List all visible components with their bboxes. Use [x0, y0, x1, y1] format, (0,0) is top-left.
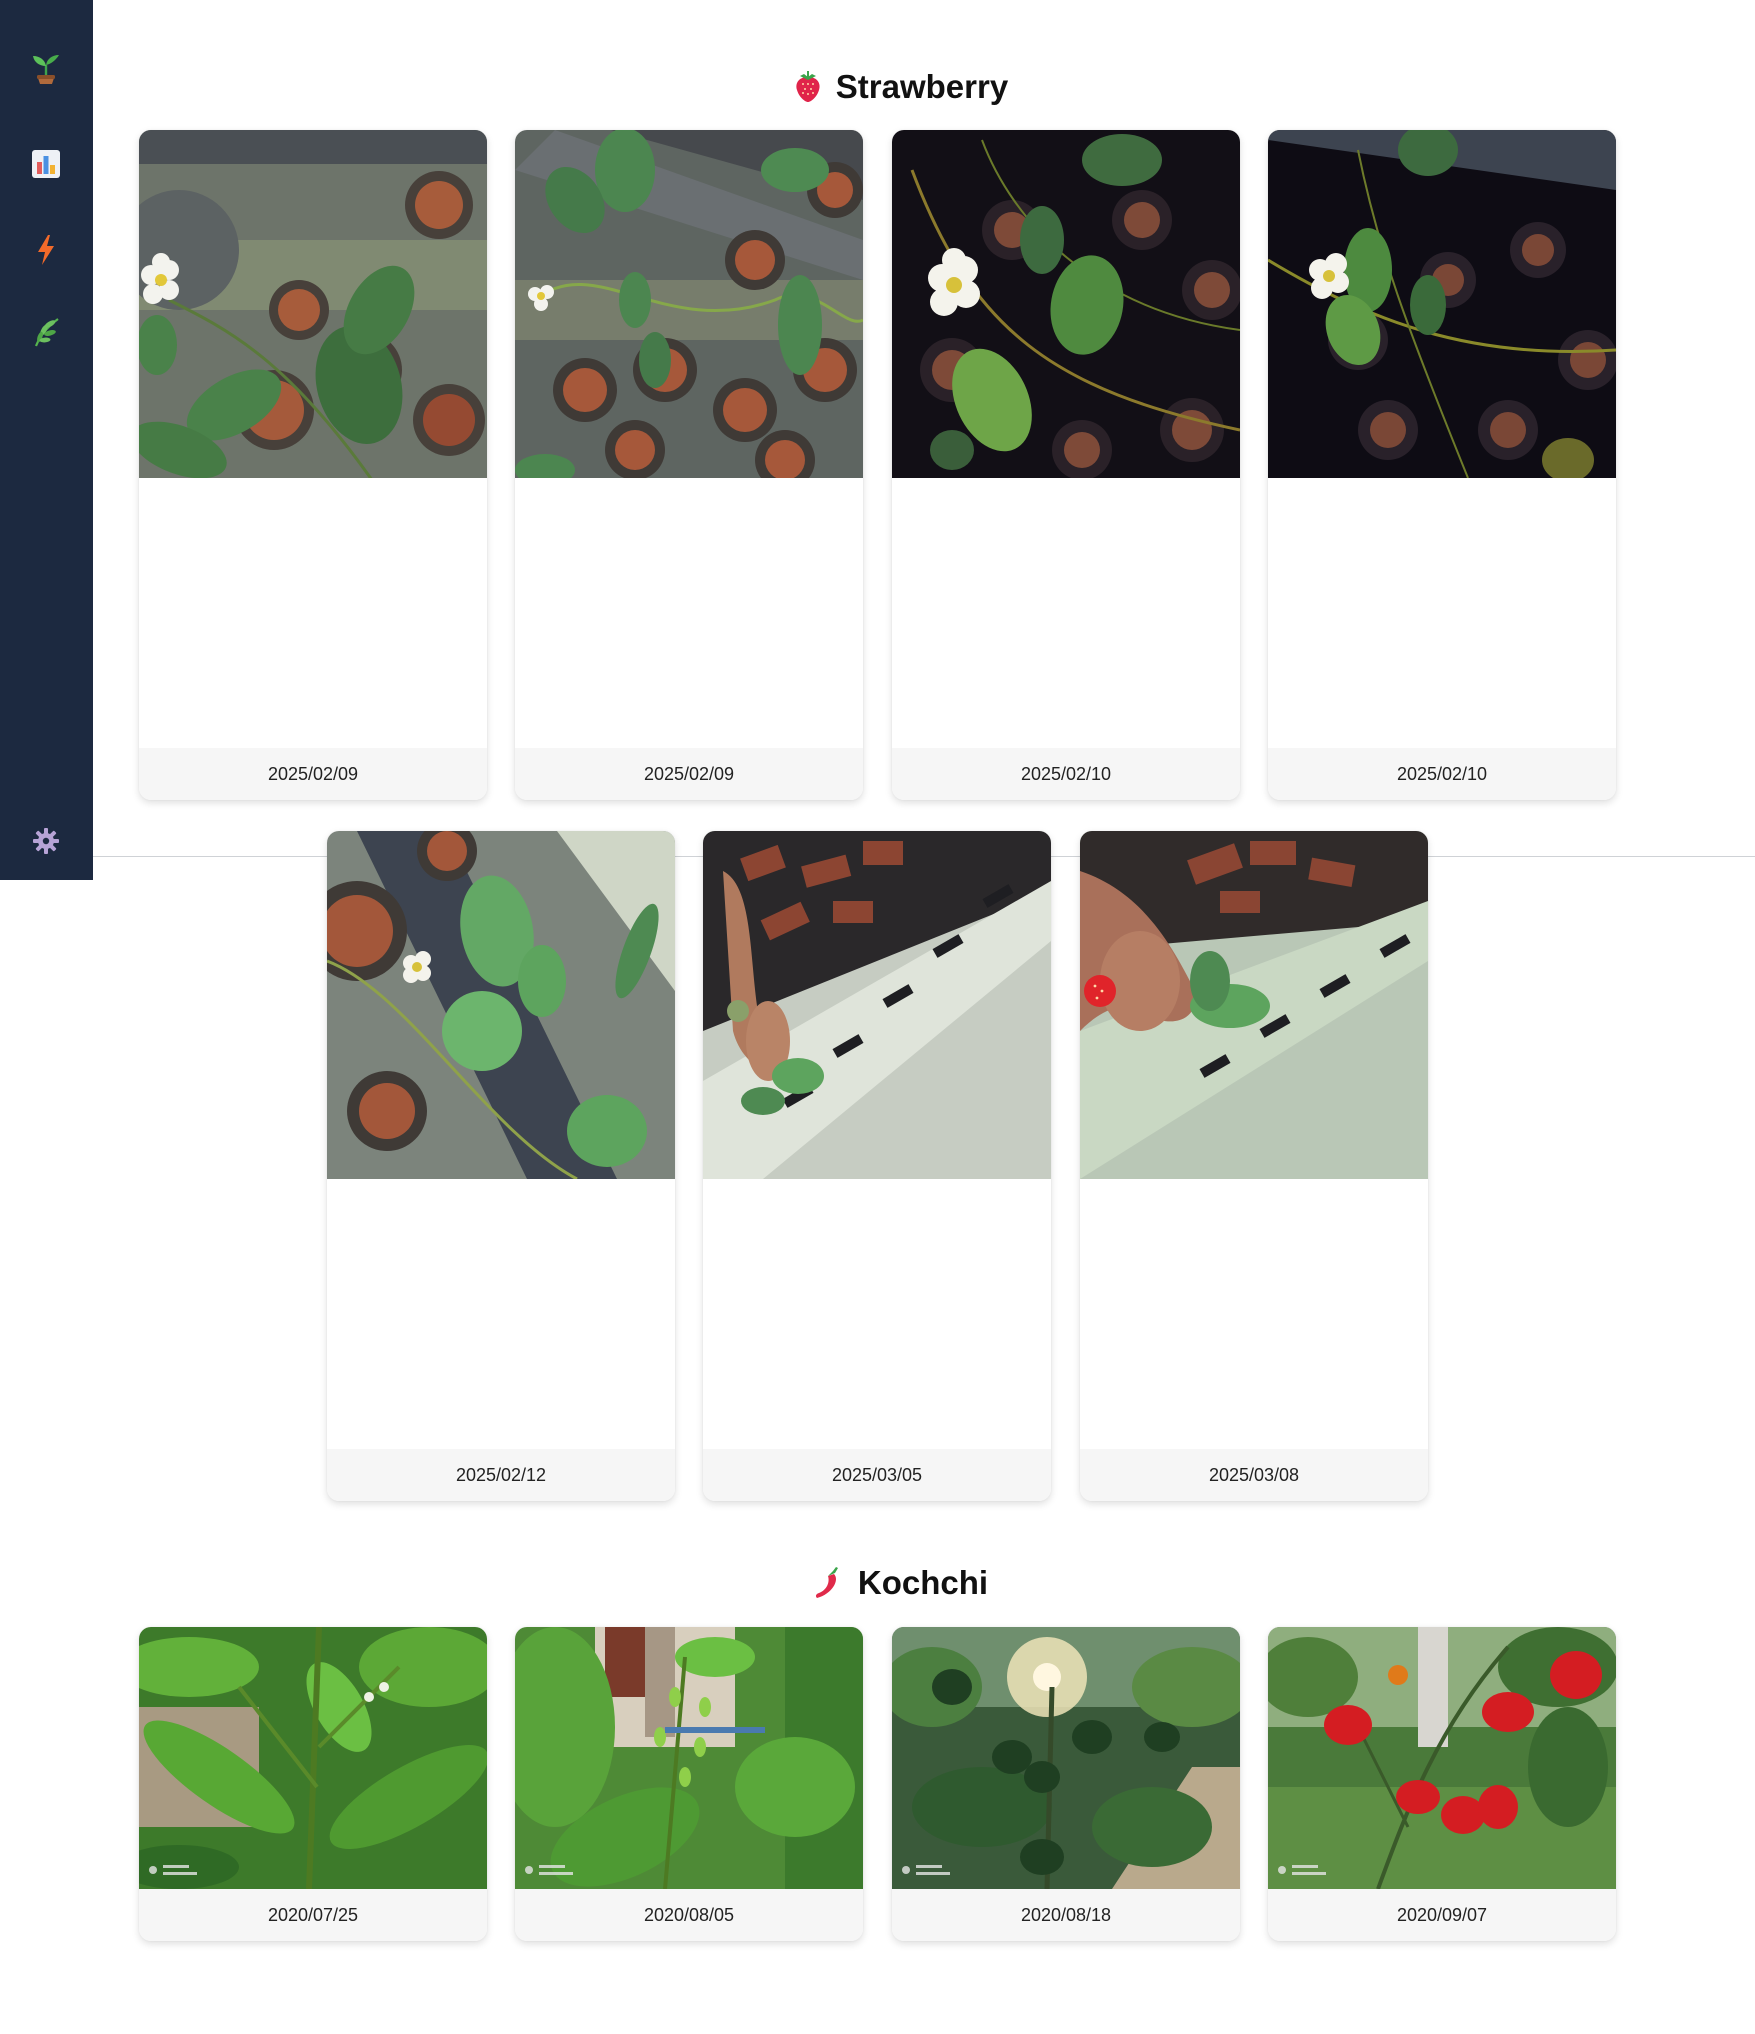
photo-card[interactable]: 2025/03/05 [703, 831, 1051, 1501]
herb-icon [34, 318, 59, 347]
sidebar-item-dashboard[interactable] [22, 140, 70, 188]
plant-photo [515, 130, 863, 478]
photo-date: 2020/08/05 [515, 1889, 863, 1941]
plant-photo [1080, 831, 1428, 1179]
settings-button[interactable] [22, 817, 70, 865]
photo-date: 2025/02/12 [327, 1449, 675, 1501]
seedling-icon [33, 55, 59, 84]
photo-card[interactable]: 2020/09/07 [1268, 1627, 1616, 1941]
chili-pepper-icon [814, 1566, 844, 1600]
section-title-kochchi: Kochchi [93, 1558, 1709, 1608]
photo-date: 2025/02/09 [515, 748, 863, 800]
photo-date: 2025/03/05 [703, 1449, 1051, 1501]
photo-date: 2025/02/09 [139, 748, 487, 800]
plant-photo [892, 1627, 1240, 1889]
plant-photo [892, 130, 1240, 478]
section-title-text: Kochchi [857, 1564, 989, 1601]
photo-date: 2020/09/07 [1268, 1889, 1616, 1941]
photo-date: 2020/08/18 [892, 1889, 1240, 1941]
photo-card[interactable]: 2025/02/10 [1268, 130, 1616, 800]
photo-date: 2025/02/10 [1268, 748, 1616, 800]
section-title-text: Strawberry [835, 68, 1009, 105]
photo-date: 2025/03/08 [1080, 1449, 1428, 1501]
photo-card[interactable]: 2020/08/18 [892, 1627, 1240, 1941]
sidebar-item-plants[interactable] [22, 308, 70, 356]
photo-card[interactable]: 2025/02/10 [892, 130, 1240, 800]
gear-icon [33, 828, 59, 854]
sidebar-item-activity[interactable] [22, 226, 70, 274]
sidebar-item-seedling[interactable] [22, 44, 70, 92]
photo-date: 2020/07/25 [139, 1889, 487, 1941]
photo-card[interactable]: 2025/02/12 [327, 831, 675, 1501]
sidebar [0, 0, 93, 880]
strawberry-icon [794, 71, 822, 103]
plant-photo [327, 831, 675, 1179]
photo-card[interactable]: 2020/08/05 [515, 1627, 863, 1941]
section-title-strawberry: Strawberry [93, 62, 1709, 112]
plant-photo [139, 130, 487, 478]
photo-card[interactable]: 2020/07/25 [139, 1627, 487, 1941]
plant-photo [1268, 1627, 1616, 1889]
lightning-icon [38, 235, 54, 265]
plant-photo [515, 1627, 863, 1889]
plant-photo [1268, 130, 1616, 478]
photo-date: 2025/02/10 [892, 748, 1240, 800]
plant-photo [139, 1627, 487, 1889]
photo-card[interactable]: 2025/03/08 [1080, 831, 1428, 1501]
chart-icon [32, 150, 60, 178]
photo-card[interactable]: 2025/02/09 [515, 130, 863, 800]
photo-card[interactable]: 2025/02/09 [139, 130, 487, 800]
plant-photo [703, 831, 1051, 1179]
